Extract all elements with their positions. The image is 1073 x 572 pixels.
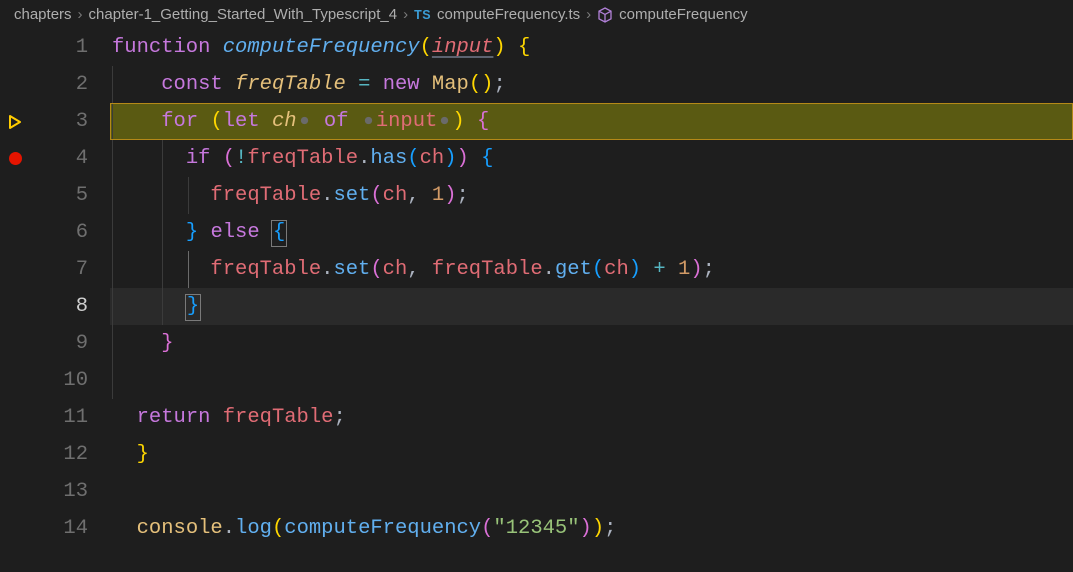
code-line[interactable]: if (!freqTable.has(ch)) {	[110, 140, 1073, 177]
line-number[interactable]: 2	[30, 66, 110, 103]
line-number[interactable]: 4	[30, 140, 110, 177]
gutter[interactable]: 1 2 3 4 5 6 7 8 9 10 11 12 13 14	[0, 29, 110, 547]
line-number[interactable]: 8	[30, 288, 110, 325]
line-number[interactable]: 7	[30, 251, 110, 288]
code-line[interactable]: }	[110, 288, 1073, 325]
code-line[interactable]: return freqTable;	[110, 399, 1073, 436]
line-number[interactable]: 14	[30, 510, 110, 547]
breadcrumb-item[interactable]: computeFrequency	[597, 6, 747, 23]
code-line[interactable]: freqTable.set(ch, 1);	[110, 177, 1073, 214]
breadcrumb: chapters › chapter-1_Getting_Started_Wit…	[0, 0, 1073, 29]
breadcrumb-file-label: computeFrequency.ts	[437, 6, 580, 23]
code-line[interactable]: function computeFrequency(input) {	[110, 29, 1073, 66]
line-number[interactable]: 11	[30, 399, 110, 436]
inlay-hint-icon	[439, 115, 450, 126]
code-line[interactable]: }	[110, 325, 1073, 362]
inlay-hint-icon	[299, 115, 310, 126]
line-number[interactable]: 9	[30, 325, 110, 362]
code-line[interactable]: } else {	[110, 214, 1073, 251]
line-number[interactable]: 13	[30, 473, 110, 510]
code-line[interactable]: console.log(computeFrequency("12345"));	[110, 510, 1073, 547]
chevron-right-icon: ›	[403, 6, 408, 23]
chevron-right-icon: ›	[78, 6, 83, 23]
breakpoint-icon[interactable]	[0, 152, 30, 165]
code-line[interactable]: const freqTable = new Map();	[110, 66, 1073, 103]
code-line[interactable]: }	[110, 436, 1073, 473]
code-line[interactable]	[110, 473, 1073, 510]
code-line[interactable]	[110, 362, 1073, 399]
line-number[interactable]: 10	[30, 362, 110, 399]
code-line[interactable]: freqTable.set(ch, freqTable.get(ch) + 1)…	[110, 251, 1073, 288]
breadcrumb-symbol-label: computeFrequency	[619, 6, 747, 23]
line-number[interactable]: 3	[30, 103, 110, 140]
line-number[interactable]: 6	[30, 214, 110, 251]
code-area[interactable]: function computeFrequency(input) { const…	[110, 29, 1073, 547]
chevron-right-icon: ›	[586, 6, 591, 23]
debug-current-frame-icon	[0, 114, 30, 130]
inlay-hint-icon	[363, 115, 374, 126]
typescript-icon: TS	[414, 8, 431, 22]
line-number[interactable]: 1	[30, 29, 110, 66]
breadcrumb-item[interactable]: TS computeFrequency.ts	[414, 6, 580, 23]
code-editor[interactable]: 1 2 3 4 5 6 7 8 9 10 11 12 13 14 functio…	[0, 29, 1073, 547]
breadcrumb-item[interactable]: chapter-1_Getting_Started_With_Typescrip…	[89, 6, 398, 23]
code-line[interactable]: for (let ch of input) {	[110, 103, 1073, 140]
symbol-method-icon	[597, 7, 613, 23]
line-number[interactable]: 5	[30, 177, 110, 214]
line-number[interactable]: 12	[30, 436, 110, 473]
breadcrumb-item[interactable]: chapters	[14, 6, 72, 23]
